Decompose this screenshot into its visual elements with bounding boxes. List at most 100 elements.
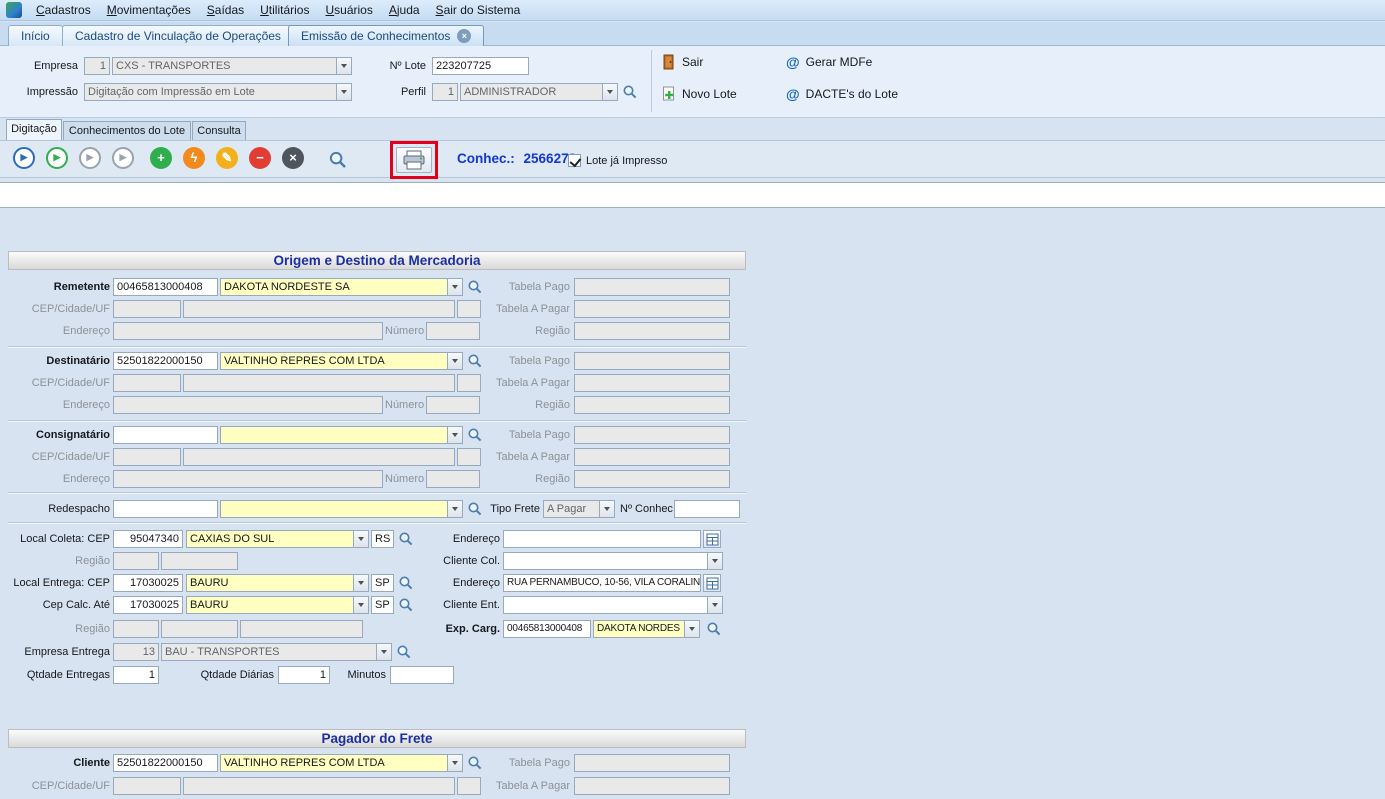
minutos-field[interactable] bbox=[390, 666, 454, 684]
nav-first-button[interactable]: ▶ bbox=[13, 147, 35, 169]
redespacho-code-field[interactable] bbox=[113, 500, 218, 518]
empty-record-strip[interactable] bbox=[0, 182, 1385, 208]
consignatario-regiao-field[interactable] bbox=[574, 470, 730, 488]
cliente-col-combo[interactable] bbox=[503, 552, 723, 570]
remetente-combo[interactable]: DAKOTA NORDESTE SA bbox=[220, 278, 463, 296]
coleta-regiao-field-2[interactable] bbox=[161, 552, 238, 570]
edit-record-button[interactable]: ✎ bbox=[216, 147, 238, 169]
consignatario-endereco-field[interactable] bbox=[113, 470, 383, 488]
empresa-entrega-combo[interactable]: BAU - TRANSPORTES bbox=[161, 643, 392, 661]
local-coleta-cep-field[interactable]: 95047340 bbox=[113, 530, 183, 548]
consignatario-search-icon[interactable] bbox=[467, 427, 484, 444]
entrega-regiao-field-3[interactable] bbox=[240, 620, 363, 638]
entrega-endereco-lookup-button[interactable] bbox=[703, 574, 721, 592]
local-entrega-uf-field[interactable]: SP bbox=[371, 574, 394, 592]
gerar-mdfe-button[interactable]: @ Gerar MDFe bbox=[786, 54, 872, 70]
menu-ajuda[interactable]: Ajuda bbox=[381, 1, 428, 19]
remetente-cidade-field[interactable] bbox=[183, 300, 455, 318]
menu-sair-sistema[interactable]: Sair do Sistema bbox=[428, 1, 529, 19]
destinatario-regiao-field[interactable] bbox=[574, 396, 730, 414]
consignatario-uf-field[interactable] bbox=[457, 448, 481, 466]
consignatario-numero-field[interactable] bbox=[426, 470, 480, 488]
empresa-combo[interactable]: CXS - TRANSPORTES bbox=[112, 57, 352, 75]
consignatario-tabela-a-pagar-field[interactable] bbox=[574, 448, 730, 466]
consignatario-combo[interactable] bbox=[220, 426, 463, 444]
tipo-frete-combo[interactable]: A Pagar bbox=[543, 500, 615, 518]
destinatario-endereco-field[interactable] bbox=[113, 396, 383, 414]
close-tab-icon[interactable]: × bbox=[457, 29, 471, 43]
local-entrega-cep-field[interactable]: 17030025 bbox=[113, 574, 183, 592]
destinatario-combo[interactable]: VALTINHO REPRES COM LTDA bbox=[220, 352, 463, 370]
remetente-tabela-pago-field[interactable] bbox=[574, 278, 730, 296]
remetente-numero-field[interactable] bbox=[426, 322, 480, 340]
subtab-consulta[interactable]: Consulta bbox=[192, 121, 246, 141]
local-coleta-search-icon[interactable] bbox=[398, 531, 415, 548]
perfil-search-icon[interactable] bbox=[622, 84, 639, 101]
cliente-cnpj-field[interactable]: 52501822000150 bbox=[113, 754, 218, 772]
consignatario-tabela-pago-field[interactable] bbox=[574, 426, 730, 444]
empresa-code-field[interactable]: 1 bbox=[84, 57, 110, 75]
remetente-search-icon[interactable] bbox=[467, 279, 484, 296]
consignatario-cep-field[interactable] bbox=[113, 448, 181, 466]
local-coleta-uf-field[interactable]: RS bbox=[371, 530, 394, 548]
lote-field[interactable]: 223207725 bbox=[432, 57, 529, 75]
destinatario-cnpj-field[interactable]: 52501822000150 bbox=[113, 352, 218, 370]
novo-lote-button[interactable]: Novo Lote bbox=[662, 86, 737, 102]
qtdade-entregas-field[interactable]: 1 bbox=[113, 666, 159, 684]
lote-impresso-checkbox[interactable] bbox=[568, 154, 581, 167]
cliente-cidade-field[interactable] bbox=[183, 777, 455, 795]
entrega-regiao-field-2[interactable] bbox=[161, 620, 238, 638]
exp-carg-cnpj-field[interactable]: 00465813000408 bbox=[503, 620, 591, 638]
tab-inicio[interactable]: Início bbox=[8, 25, 63, 46]
entrega-endereco-field[interactable]: RUA PERNAMBUCO, 10-56, VILA CORALINA bbox=[503, 574, 701, 592]
tab-vinculacao-operacoes[interactable]: Cadastro de Vinculação de Operações bbox=[62, 25, 294, 46]
qtdade-diarias-field[interactable]: 1 bbox=[278, 666, 330, 684]
toolbar-search-icon[interactable] bbox=[328, 150, 345, 167]
menu-usuarios[interactable]: Usuários bbox=[317, 1, 380, 19]
subtab-digitacao[interactable]: Digitação bbox=[6, 119, 62, 141]
local-entrega-search-icon[interactable] bbox=[398, 575, 415, 592]
remetente-uf-field[interactable] bbox=[457, 300, 481, 318]
destinatario-cidade-field[interactable] bbox=[183, 374, 455, 392]
destinatario-numero-field[interactable] bbox=[426, 396, 480, 414]
destinatario-tabela-pago-field[interactable] bbox=[574, 352, 730, 370]
cep-calc-cep-field[interactable]: 17030025 bbox=[113, 596, 183, 614]
destinatario-search-icon[interactable] bbox=[467, 353, 484, 370]
menu-movimentacoes[interactable]: Movimentações bbox=[99, 1, 199, 19]
menu-saidas[interactable]: Saídas bbox=[199, 1, 252, 19]
delete-record-button[interactable]: − bbox=[249, 147, 271, 169]
remetente-endereco-field[interactable] bbox=[113, 322, 383, 340]
nav-prior-button[interactable]: ▶ bbox=[46, 147, 68, 169]
cliente-uf-field[interactable] bbox=[457, 777, 481, 795]
remetente-cep-field[interactable] bbox=[113, 300, 181, 318]
coleta-endereco-lookup-button[interactable] bbox=[703, 530, 721, 548]
nav-last-button[interactable]: ▶ bbox=[112, 147, 134, 169]
cep-calc-uf-field[interactable]: SP bbox=[371, 596, 394, 614]
destinatario-tabela-a-pagar-field[interactable] bbox=[574, 374, 730, 392]
cliente-search-icon[interactable] bbox=[467, 755, 484, 772]
remetente-cnpj-field[interactable]: 00465813000408 bbox=[113, 278, 218, 296]
cancel-record-button[interactable]: × bbox=[282, 147, 304, 169]
perfil-code-field[interactable]: 1 bbox=[432, 83, 458, 101]
remetente-tabela-a-pagar-field[interactable] bbox=[574, 300, 730, 318]
insert-record-button[interactable]: + bbox=[150, 147, 172, 169]
redespacho-combo[interactable] bbox=[220, 500, 463, 518]
coleta-regiao-field-1[interactable] bbox=[113, 552, 159, 570]
tab-emissao-conhecimentos[interactable]: Emissão de Conhecimentos × bbox=[288, 25, 484, 46]
destinatario-uf-field[interactable] bbox=[457, 374, 481, 392]
subtab-conhecimentos-lote[interactable]: Conhecimentos do Lote bbox=[63, 121, 191, 141]
local-entrega-cidade-combo[interactable]: BAURU bbox=[186, 574, 369, 592]
local-coleta-cidade-combo[interactable]: CAXIAS DO SUL bbox=[186, 530, 369, 548]
cep-calc-search-icon[interactable] bbox=[398, 597, 415, 614]
entrega-regiao-field-1[interactable] bbox=[113, 620, 159, 638]
exp-carg-search-icon[interactable] bbox=[706, 621, 723, 638]
impressao-combo[interactable]: Digitação com Impressão em Lote bbox=[84, 83, 352, 101]
destinatario-cep-field[interactable] bbox=[113, 374, 181, 392]
consignatario-cidade-field[interactable] bbox=[183, 448, 455, 466]
sair-button[interactable]: Sair bbox=[662, 54, 703, 70]
cliente-tabela-a-pagar-field[interactable] bbox=[574, 777, 730, 795]
empresa-entrega-code-field[interactable]: 13 bbox=[113, 643, 159, 661]
coleta-endereco-field[interactable] bbox=[503, 530, 701, 548]
exp-carg-combo[interactable]: DAKOTA NORDES bbox=[593, 620, 700, 638]
cliente-ent-combo[interactable] bbox=[503, 596, 723, 614]
